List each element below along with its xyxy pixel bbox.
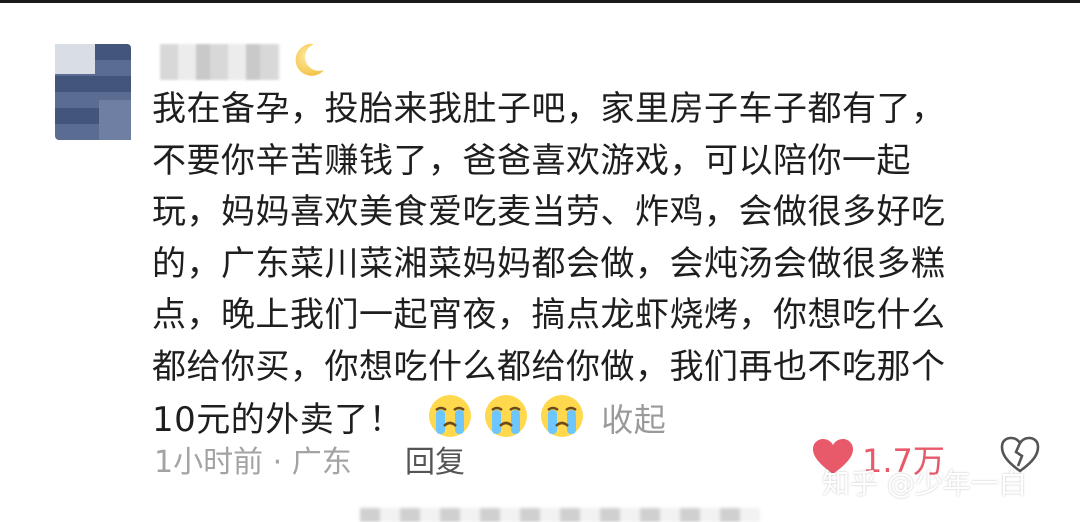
crescent-moon-icon xyxy=(295,43,324,76)
comment-line: 都给你买，你想吃什么都给你做，我们再也不吃那个 xyxy=(152,346,946,387)
crying-face-icon xyxy=(429,395,472,437)
comment-line: 玩，妈妈喜欢美食爱吃麦当劳、炸鸡，会做很多好吃 xyxy=(152,192,946,232)
comment-line: 不要你辛苦赚钱了，爸爸喜欢游戏，可以陪你一起 xyxy=(152,140,911,181)
avatar[interactable] xyxy=(55,44,131,140)
comment-body: 我在备孕，投胎来我肚子吧，家里房子车子都有了， 不要你辛苦赚钱了，爸爸喜欢游戏，… xyxy=(152,84,1052,447)
comment-line: 的，广东菜川菜湘菜妈妈都会做，会炖汤会做很多糕 xyxy=(152,243,946,284)
reply-button[interactable]: 回复 xyxy=(405,437,465,481)
username-blurred[interactable] xyxy=(160,44,280,80)
collapse-link[interactable]: 收起 xyxy=(601,401,666,439)
crying-face-icon xyxy=(541,395,584,437)
comment-line: 点，晚上我们一起宵夜，搞点龙虾烧烤，你想吃什么 xyxy=(152,295,946,335)
comment-time-location: 1小时前 · 广东 xyxy=(154,445,352,480)
top-border xyxy=(0,0,1080,3)
comment-line: 我在备孕，投胎来我肚子吧，家里房子车子都有了， xyxy=(152,89,946,129)
blurred-footer xyxy=(360,508,760,522)
crying-face-icon xyxy=(485,395,528,437)
comment-line: 10元的外卖了！ xyxy=(152,400,404,440)
watermark: 知乎 @少年一白 xyxy=(822,467,1027,500)
